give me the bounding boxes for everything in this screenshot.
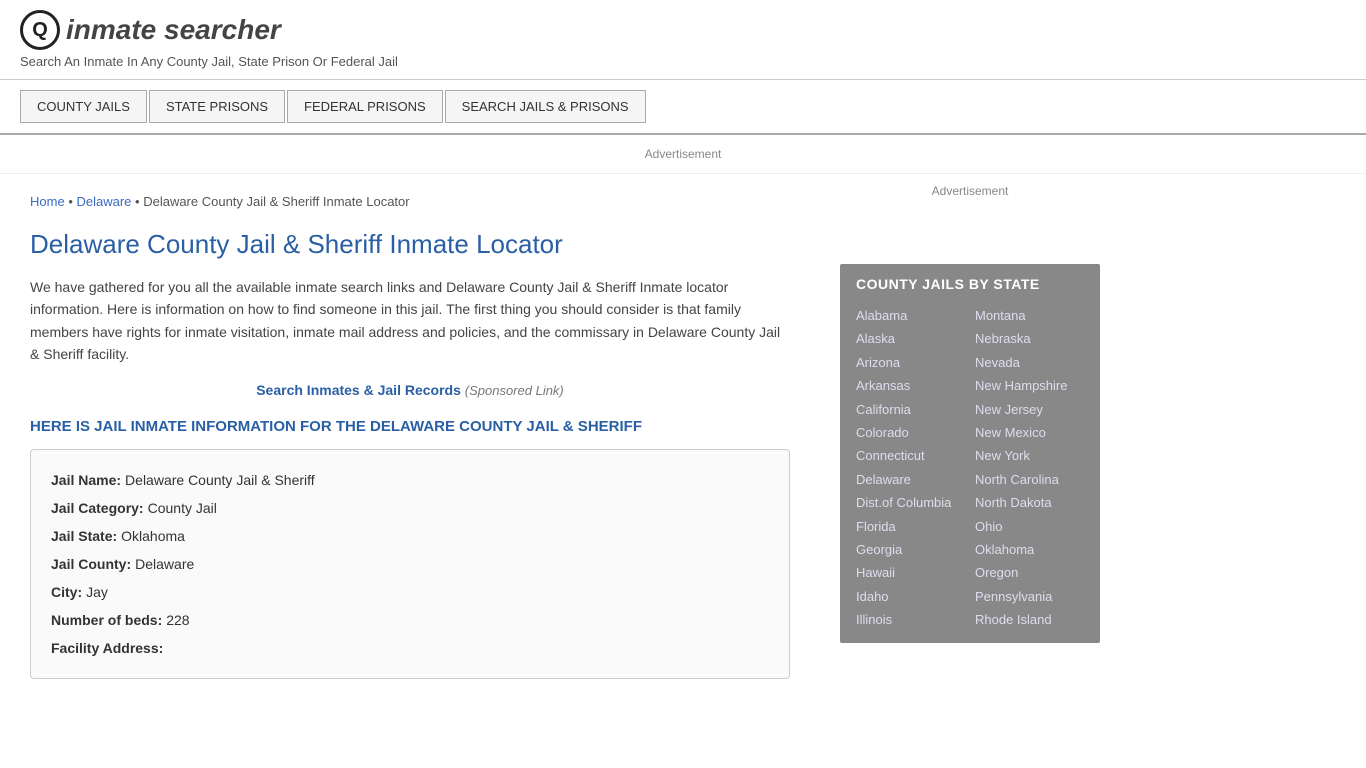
jail-state-label: Jail State: bbox=[51, 522, 117, 550]
page-description: We have gathered for you all the availab… bbox=[30, 276, 790, 366]
state-link[interactable]: Alaska bbox=[856, 327, 965, 350]
state-link[interactable]: Delaware bbox=[856, 468, 965, 491]
logo-area: Q inmate searcher bbox=[20, 10, 1346, 50]
breadcrumb-sep2: • bbox=[135, 194, 143, 209]
state-link[interactable]: Montana bbox=[975, 304, 1084, 327]
navigation: COUNTY JAILS STATE PRISONS FEDERAL PRISO… bbox=[0, 80, 1366, 135]
state-link[interactable]: Connecticut bbox=[856, 444, 965, 467]
breadcrumb-home[interactable]: Home bbox=[30, 194, 65, 209]
main-content: Home • Delaware • Delaware County Jail &… bbox=[0, 174, 820, 699]
city-value: Jay bbox=[86, 578, 108, 606]
page-title: Delaware County Jail & Sheriff Inmate Lo… bbox=[30, 229, 790, 260]
state-link[interactable]: North Carolina bbox=[975, 468, 1084, 491]
state-link[interactable]: Oregon bbox=[975, 561, 1084, 584]
sidebar: Advertisement COUNTY JAILS BY STATE Alab… bbox=[820, 174, 1120, 699]
ad-banner: Advertisement bbox=[0, 135, 1366, 174]
jail-state-value: Oklahoma bbox=[121, 522, 185, 550]
states-grid: AlabamaAlaskaArizonaArkansasCaliforniaCo… bbox=[856, 304, 1084, 631]
state-link[interactable]: Hawaii bbox=[856, 561, 965, 584]
breadcrumb-state[interactable]: Delaware bbox=[76, 194, 131, 209]
facility-address-label: Facility Address: bbox=[51, 634, 163, 662]
state-jails-heading: COUNTY JAILS BY STATE bbox=[856, 276, 1084, 292]
jail-category-label: Jail Category: bbox=[51, 494, 144, 522]
logo-text-span: inmate searcher bbox=[66, 14, 281, 45]
state-link[interactable]: Pennsylvania bbox=[975, 585, 1084, 608]
state-jails-box: COUNTY JAILS BY STATE AlabamaAlaskaArizo… bbox=[840, 264, 1100, 643]
logo-text: inmate searcher bbox=[66, 14, 281, 46]
jail-info-heading: HERE IS JAIL INMATE INFORMATION FOR THE … bbox=[30, 418, 790, 435]
field-num-beds: Number of beds: 228 bbox=[51, 606, 769, 634]
state-link[interactable]: Nebraska bbox=[975, 327, 1084, 350]
breadcrumb: Home • Delaware • Delaware County Jail &… bbox=[30, 194, 790, 209]
jail-info-card: Jail Name: Delaware County Jail & Sherif… bbox=[30, 449, 790, 679]
jail-name-value: Delaware County Jail & Sheriff bbox=[125, 466, 315, 494]
state-link[interactable]: Arkansas bbox=[856, 374, 965, 397]
nav-item-county-jails[interactable]: COUNTY JAILS bbox=[20, 90, 147, 123]
field-jail-county: Jail County: Delaware bbox=[51, 550, 769, 578]
state-link[interactable]: Rhode Island bbox=[975, 608, 1084, 631]
state-link[interactable]: Ohio bbox=[975, 515, 1084, 538]
state-link[interactable]: New Mexico bbox=[975, 421, 1084, 444]
nav-list: COUNTY JAILS STATE PRISONS FEDERAL PRISO… bbox=[20, 90, 1346, 123]
nav-link-state-prisons[interactable]: STATE PRISONS bbox=[149, 90, 285, 123]
state-link[interactable]: Nevada bbox=[975, 351, 1084, 374]
state-link[interactable]: New York bbox=[975, 444, 1084, 467]
state-link[interactable]: New Hampshire bbox=[975, 374, 1084, 397]
states-col1: AlabamaAlaskaArizonaArkansasCaliforniaCo… bbox=[856, 304, 965, 631]
num-beds-value: 228 bbox=[166, 606, 189, 634]
state-link[interactable]: Colorado bbox=[856, 421, 965, 444]
state-link[interactable]: California bbox=[856, 398, 965, 421]
states-col2: MontanaNebraskaNevadaNew HampshireNew Je… bbox=[975, 304, 1084, 631]
field-jail-state: Jail State: Oklahoma bbox=[51, 522, 769, 550]
sponsored-text: (Sponsored Link) bbox=[465, 383, 564, 398]
nav-link-county-jails[interactable]: COUNTY JAILS bbox=[20, 90, 147, 123]
search-link-area: Search Inmates & Jail Records (Sponsored… bbox=[30, 382, 790, 398]
state-link[interactable]: Illinois bbox=[856, 608, 965, 631]
state-link[interactable]: Oklahoma bbox=[975, 538, 1084, 561]
nav-link-search[interactable]: SEARCH JAILS & PRISONS bbox=[445, 90, 646, 123]
tagline: Search An Inmate In Any County Jail, Sta… bbox=[20, 54, 1346, 69]
site-header: Q inmate searcher Search An Inmate In An… bbox=[0, 0, 1366, 80]
logo-icon: Q bbox=[20, 10, 60, 50]
state-link[interactable]: North Dakota bbox=[975, 491, 1084, 514]
num-beds-label: Number of beds: bbox=[51, 606, 162, 634]
jail-name-label: Jail Name: bbox=[51, 466, 121, 494]
state-link[interactable]: Alabama bbox=[856, 304, 965, 327]
breadcrumb-current: Delaware County Jail & Sheriff Inmate Lo… bbox=[143, 194, 409, 209]
ad-sidebar: Advertisement bbox=[840, 184, 1100, 244]
jail-county-label: Jail County: bbox=[51, 550, 131, 578]
jail-county-value: Delaware bbox=[135, 550, 194, 578]
main-layout: Home • Delaware • Delaware County Jail &… bbox=[0, 174, 1366, 699]
jail-category-value: County Jail bbox=[148, 494, 217, 522]
field-city: City: Jay bbox=[51, 578, 769, 606]
nav-item-federal-prisons[interactable]: FEDERAL PRISONS bbox=[287, 90, 443, 123]
nav-link-federal-prisons[interactable]: FEDERAL PRISONS bbox=[287, 90, 443, 123]
state-link[interactable]: New Jersey bbox=[975, 398, 1084, 421]
state-link[interactable]: Georgia bbox=[856, 538, 965, 561]
state-link[interactable]: Florida bbox=[856, 515, 965, 538]
state-link[interactable]: Arizona bbox=[856, 351, 965, 374]
field-jail-name: Jail Name: Delaware County Jail & Sherif… bbox=[51, 466, 769, 494]
state-link[interactable]: Dist.of Columbia bbox=[856, 491, 965, 514]
state-link[interactable]: Idaho bbox=[856, 585, 965, 608]
field-facility-address: Facility Address: bbox=[51, 634, 769, 662]
field-jail-category: Jail Category: County Jail bbox=[51, 494, 769, 522]
nav-item-state-prisons[interactable]: STATE PRISONS bbox=[149, 90, 285, 123]
city-label: City: bbox=[51, 578, 82, 606]
nav-item-search[interactable]: SEARCH JAILS & PRISONS bbox=[445, 90, 646, 123]
search-inmates-link[interactable]: Search Inmates & Jail Records bbox=[256, 382, 461, 398]
